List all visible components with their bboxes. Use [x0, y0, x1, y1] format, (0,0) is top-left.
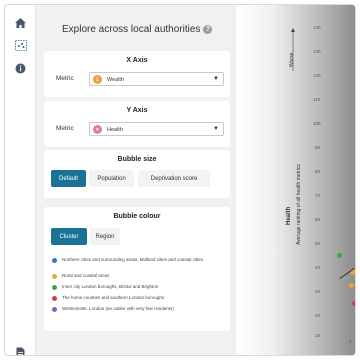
legend-dot: [52, 295, 57, 301]
data-bubble[interactable]: [349, 283, 354, 288]
help-icon[interactable]: ?: [203, 25, 213, 34]
info-icon[interactable]: [13, 61, 28, 76]
bubble-colour-cluster-button[interactable]: Cluster: [51, 228, 87, 245]
health-icon: ♥: [93, 125, 102, 134]
bubble-size-population-button[interactable]: Population: [89, 170, 134, 187]
y-tick-label: 80: [315, 169, 321, 174]
page-title: Explore across local authorities?: [62, 24, 213, 35]
document-icon[interactable]: [13, 345, 28, 355]
legend-label: The home counties and southern London bo…: [62, 295, 165, 300]
y-tick-label: 60: [315, 217, 321, 222]
legend-label: Rural and coastal areas: [62, 273, 110, 278]
legend-label: Inner city London boroughs, Bristol and …: [62, 284, 159, 289]
x-axis-heading: X Axis: [126, 57, 148, 64]
x-metric-label: Metric: [56, 75, 74, 82]
page-title-text: Explore across local authorities: [62, 24, 201, 35]
y-metric-value: Health: [107, 126, 123, 133]
y-tick-label: 140: [313, 25, 321, 30]
bubble-size-heading: Bubble size: [117, 156, 157, 163]
worse-label: Worse: [289, 52, 295, 67]
bubble-colour-card: Bubble colour Cluster Region Northern ci…: [44, 207, 230, 331]
data-bubble[interactable]: [352, 301, 355, 306]
y-tick-label: 70: [315, 193, 321, 198]
legend-dot: [52, 284, 57, 290]
home-icon[interactable]: [13, 15, 28, 30]
y-tick-label: 120: [313, 73, 321, 78]
y-metric-label: Metric: [56, 125, 74, 132]
bubble-colour-heading: Bubble colour: [113, 213, 161, 220]
legend-label: Westminster, London (an outlier with ver…: [62, 306, 174, 311]
chevron-down-icon: ▼: [213, 125, 219, 132]
scatter-icon[interactable]: [13, 38, 28, 53]
y-tick-label: 10: [315, 333, 321, 338]
bubble-size-deprivation-button[interactable]: Deprivation score: [138, 170, 210, 187]
y-tick-label: 50: [315, 241, 321, 246]
y-axis-card: Y Axis Metric ♥ Health ▼: [44, 101, 230, 147]
app-frame: Explore across local authorities? X Axis…: [4, 4, 356, 356]
y-tick-label: 90: [315, 145, 321, 150]
x-metric-value: Wealth: [107, 76, 125, 83]
y-axis-heading: Y Axis: [126, 107, 148, 114]
y-metric-select[interactable]: ♥ Health ▼: [89, 122, 224, 136]
x-metric-select[interactable]: £ Wealth ▼: [89, 72, 224, 86]
y-tick-label: 100: [313, 121, 321, 126]
bubble-size-card: Bubble size Default Population Deprivati…: [44, 150, 230, 198]
legend-dot: [52, 273, 57, 279]
wealth-icon: £: [93, 75, 102, 84]
y-tick-label: 20: [315, 313, 321, 318]
legend-label: Northern cities and surrounding areas, M…: [62, 257, 203, 262]
legend-dot: [52, 306, 57, 312]
y-axis-subtitle: Average ranking of all health metrics: [296, 164, 302, 245]
scatter-chart: Worse Health Average ranking of all heal…: [236, 5, 355, 355]
icon-rail: [5, 5, 36, 355]
bubble-size-default-button[interactable]: Default: [51, 170, 86, 187]
chevron-down-icon: ▼: [213, 75, 219, 82]
y-tick-label: 30: [315, 289, 321, 294]
x-tick-label: 2: [349, 339, 352, 344]
bubble-colour-region-button[interactable]: Region: [90, 228, 120, 245]
legend-dot: [52, 257, 57, 263]
y-tick-label: 110: [313, 97, 321, 102]
x-axis-card: X Axis Metric £ Wealth ▼: [44, 51, 230, 97]
y-tick-label: 40: [315, 265, 321, 270]
y-tick-label: 130: [313, 49, 321, 54]
data-bubble[interactable]: [337, 253, 342, 258]
y-axis-title: Health: [286, 206, 292, 225]
controls-panel: Explore across local authorities? X Axis…: [36, 5, 236, 355]
